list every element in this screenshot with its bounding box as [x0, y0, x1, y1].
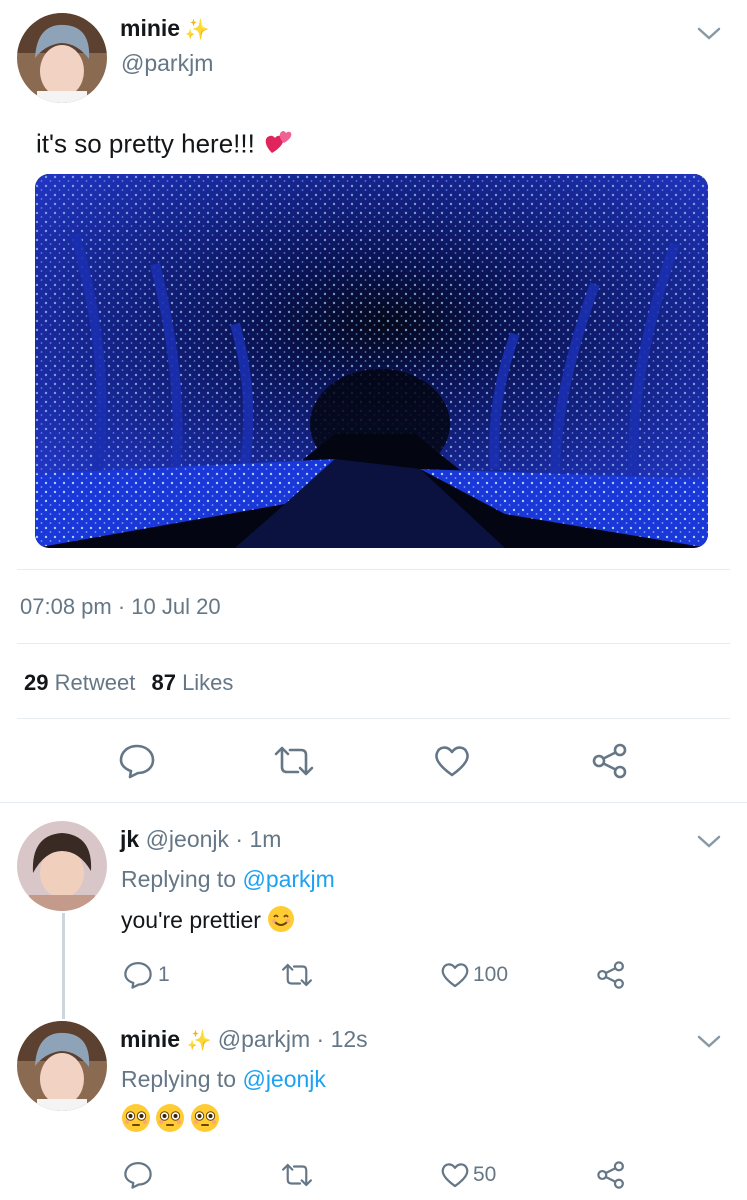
reply-text: you're prettier: [121, 907, 261, 934]
divider: [17, 643, 730, 644]
handle[interactable]: @parkjm: [121, 50, 213, 77]
main-tweet-header: minie ✨: [120, 15, 209, 42]
avatar-jk[interactable]: [17, 821, 107, 911]
divider: [17, 718, 730, 719]
tweet-text: it's so pretty here!!!: [36, 128, 255, 159]
display-name[interactable]: jk: [120, 826, 139, 852]
retweet-icon[interactable]: [272, 745, 316, 777]
reply-icon[interactable]: [123, 960, 153, 990]
flushed-face-icon: [121, 1103, 151, 1138]
sparkles-icon: ✨: [186, 1030, 212, 1052]
retweet-stat[interactable]: 29 Retweet: [24, 670, 135, 695]
chevron-down-icon[interactable]: [696, 1034, 722, 1050]
avatar-minie[interactable]: [17, 13, 107, 103]
heart-icon[interactable]: [440, 961, 470, 989]
replying-to-link[interactable]: @jeonjk: [242, 1066, 325, 1092]
replying-to-link[interactable]: @parkjm: [242, 866, 334, 892]
reply-time: · 12s: [316, 1026, 368, 1052]
reply-icon[interactable]: [123, 1160, 153, 1190]
divider: [17, 569, 730, 570]
share-icon[interactable]: [596, 960, 626, 990]
chevron-down-icon[interactable]: [696, 834, 722, 850]
tweet-text-row: it's so pretty here!!!: [36, 127, 294, 164]
share-icon[interactable]: [591, 742, 629, 780]
display-name[interactable]: minie: [120, 1026, 180, 1052]
thread-line: [62, 913, 65, 1019]
heart-icon[interactable]: [440, 1161, 470, 1189]
like-count: 50: [473, 1163, 497, 1186]
reply-time: · 1m: [235, 826, 282, 852]
sparkles-icon: ✨: [184, 19, 210, 41]
tweet-image[interactable]: [35, 174, 708, 548]
reply-icon[interactable]: [118, 743, 156, 779]
smiling-face-icon: [267, 905, 295, 939]
revolving-hearts-icon: [262, 127, 294, 164]
reply-count: 1: [158, 963, 170, 986]
flushed-face-icon: [155, 1103, 185, 1138]
tweet-stats: 29 Retweet 87 Likes: [24, 670, 233, 696]
retweet-icon[interactable]: [280, 1162, 314, 1188]
replying-to: Replying to @jeonjk: [121, 1066, 326, 1092]
like-count: 100: [473, 963, 509, 986]
heart-icon[interactable]: [433, 744, 471, 778]
retweet-icon[interactable]: [280, 962, 314, 988]
reply-header: minie ✨ @parkjm · 12s: [120, 1026, 368, 1053]
handle[interactable]: @parkjm: [218, 1026, 310, 1052]
replying-to: Replying to @parkjm: [121, 866, 335, 892]
avatar-minie[interactable]: [17, 1021, 107, 1111]
display-name[interactable]: minie: [120, 15, 180, 41]
reply-header: jk @jeonjk · 1m: [120, 826, 281, 853]
divider: [0, 802, 747, 803]
handle[interactable]: @jeonjk: [146, 826, 229, 852]
reply-text-row: [121, 1103, 220, 1138]
flushed-face-icon: [190, 1103, 220, 1138]
tweet-timestamp: 07:08 pm · 10 Jul 20: [20, 594, 221, 619]
share-icon[interactable]: [596, 1160, 626, 1190]
reply-text-row: you're prettier: [121, 905, 295, 939]
likes-stat[interactable]: 87 Likes: [151, 670, 233, 695]
chevron-down-icon[interactable]: [696, 26, 722, 42]
